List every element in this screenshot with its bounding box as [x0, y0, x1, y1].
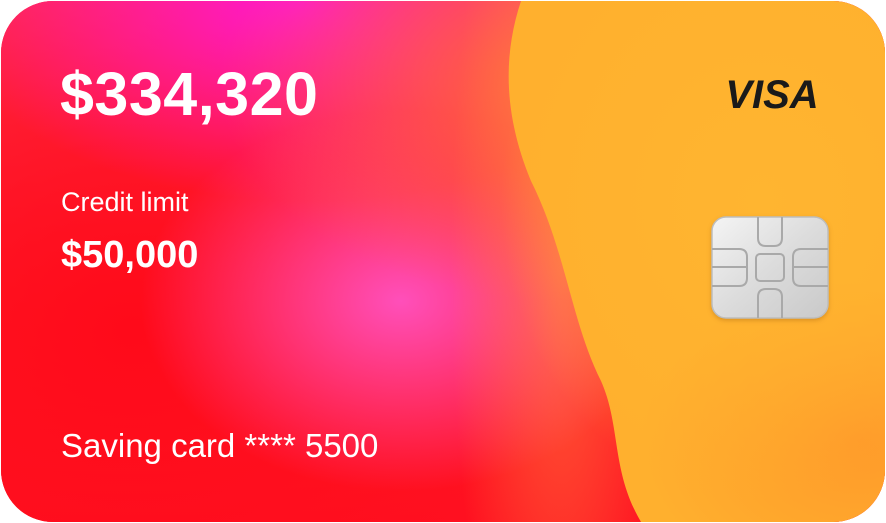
credit-limit-label: Credit limit — [61, 187, 189, 217]
card-name: Saving card **** 5500 — [61, 427, 379, 464]
card-balance: $334,320 — [60, 60, 319, 128]
emv-chip-icon — [711, 216, 829, 319]
credit-limit-value: $50,000 — [61, 234, 199, 276]
visa-logo-text: VISA — [725, 73, 818, 115]
visa-logo: VISA — [713, 73, 831, 115]
credit-card[interactable]: $334,320 Credit limit $50,000 Saving car… — [1, 1, 885, 522]
